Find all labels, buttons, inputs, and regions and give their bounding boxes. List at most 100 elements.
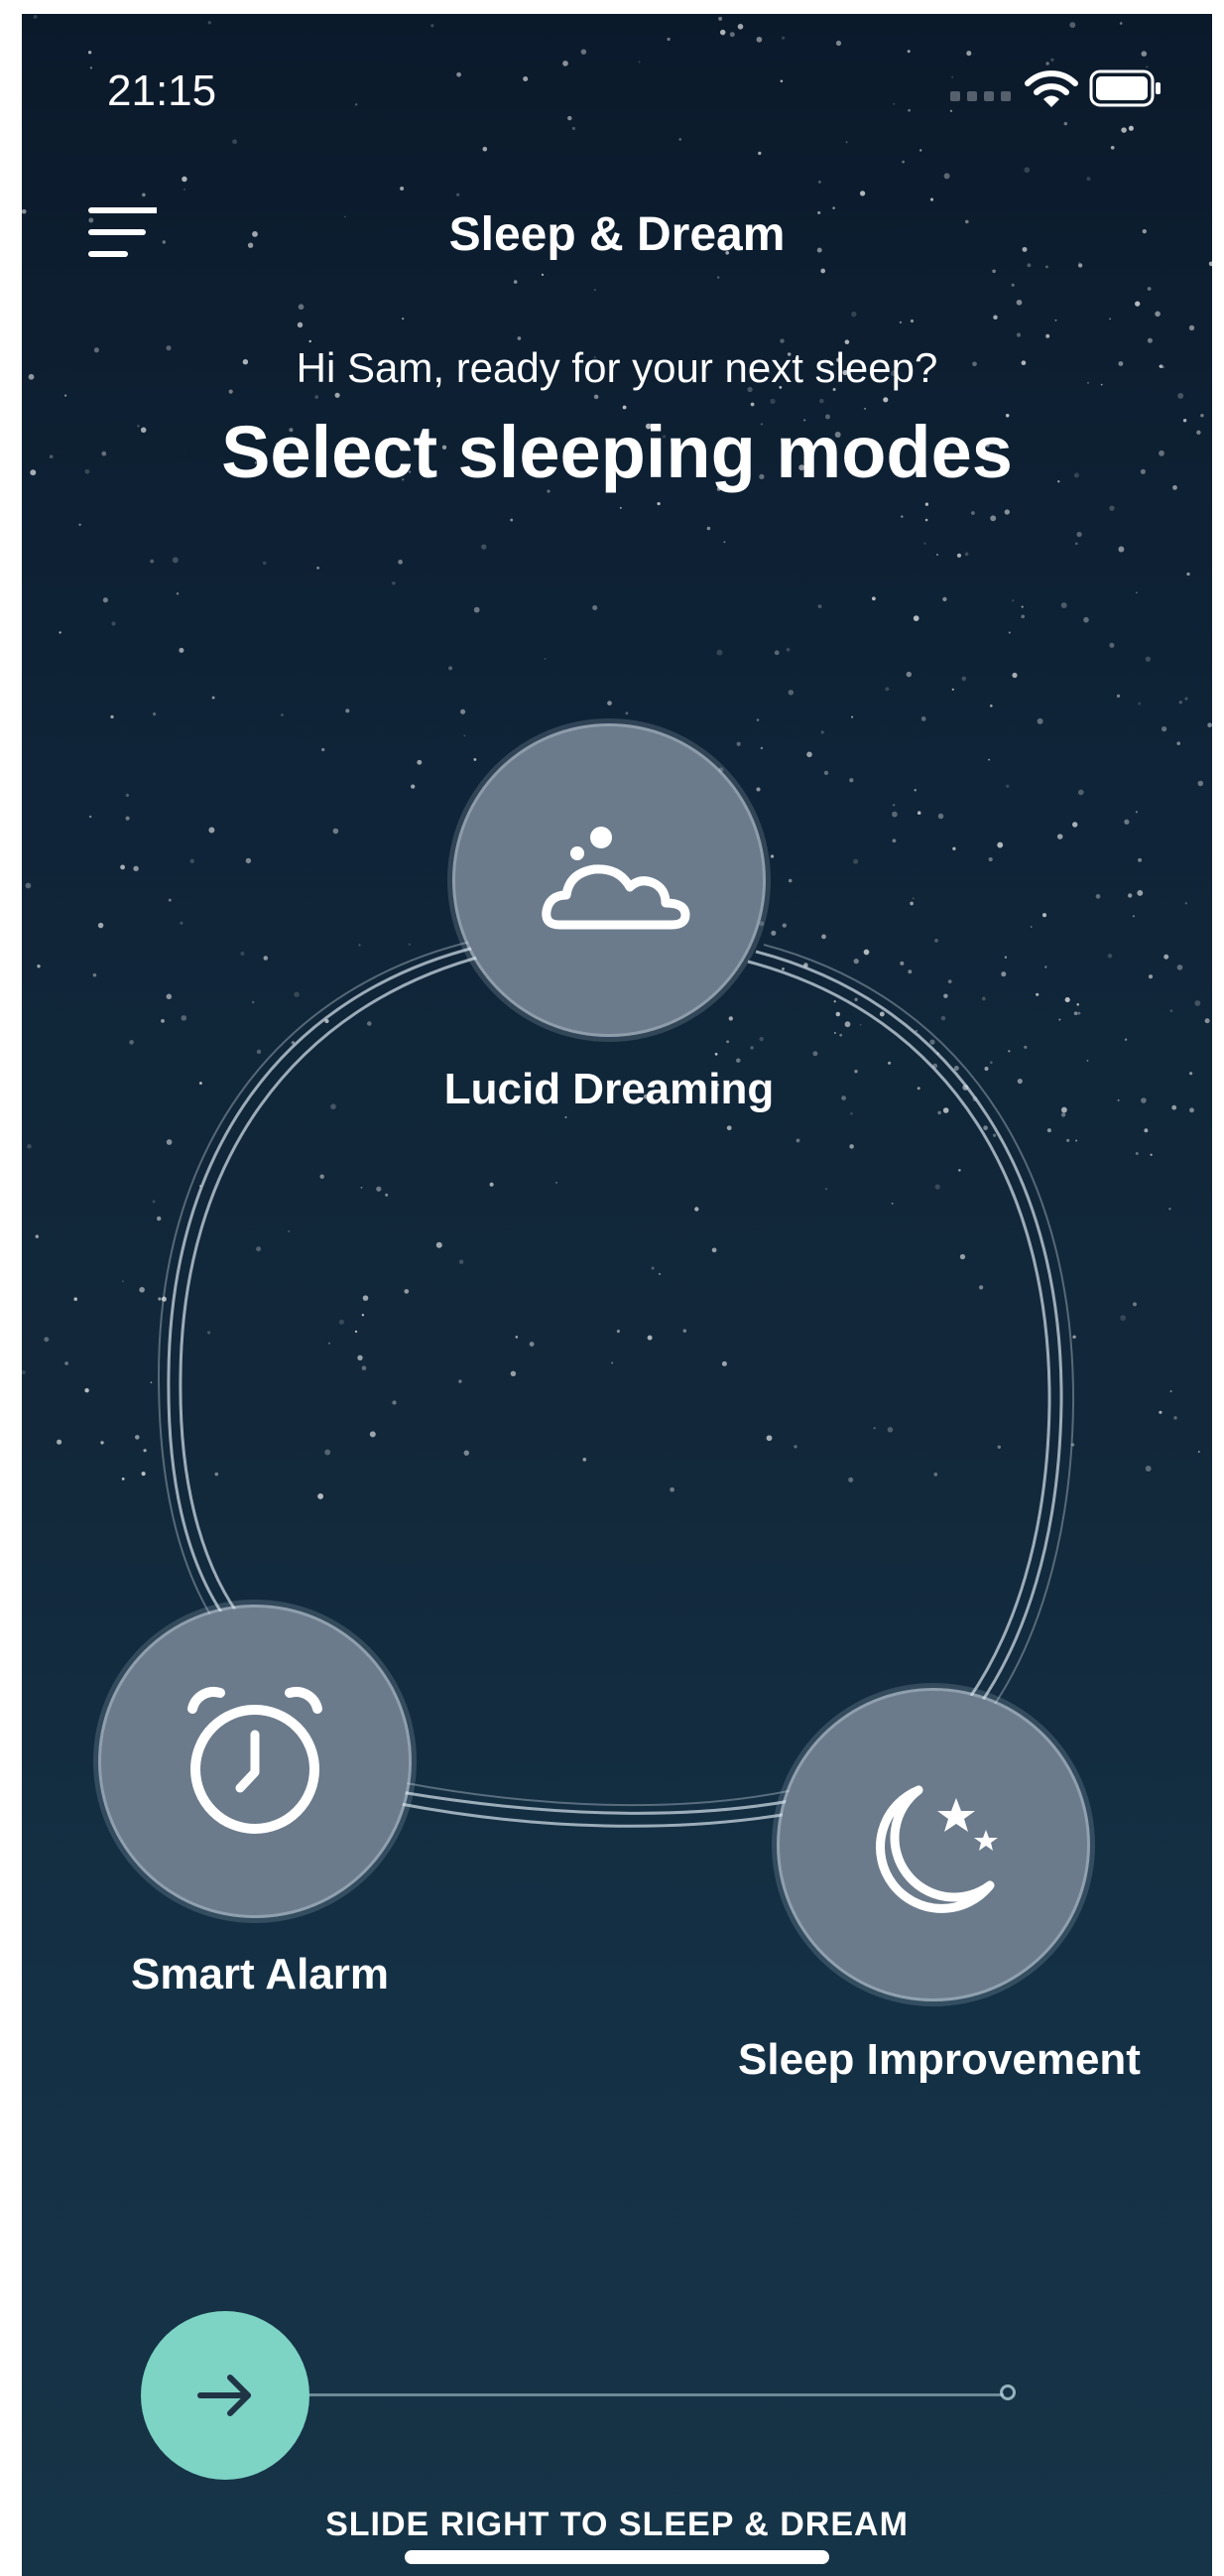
star — [133, 865, 139, 872]
star — [893, 102, 896, 105]
star — [1176, 741, 1180, 745]
star — [1138, 702, 1142, 706]
lucid-dreaming-label: Lucid Dreaming — [443, 1065, 775, 1113]
star — [1110, 145, 1115, 150]
star — [908, 969, 913, 974]
star — [794, 1445, 797, 1449]
star — [992, 269, 996, 274]
star — [1142, 228, 1147, 234]
star — [1141, 1097, 1147, 1103]
star — [936, 554, 938, 556]
star — [110, 714, 114, 719]
star — [158, 1297, 162, 1301]
star — [1086, 1060, 1089, 1062]
star — [670, 1486, 674, 1492]
star — [853, 858, 859, 864]
star — [1004, 509, 1010, 515]
moon-stars-icon — [876, 1785, 998, 1913]
star — [871, 596, 876, 601]
star — [513, 280, 518, 284]
star — [398, 560, 403, 565]
star — [1073, 1011, 1078, 1016]
star — [820, 730, 824, 734]
star — [1077, 789, 1084, 796]
star — [1136, 591, 1138, 594]
star — [316, 567, 319, 570]
star — [958, 1169, 961, 1172]
star — [1182, 418, 1187, 423]
star — [770, 854, 775, 858]
star — [362, 1295, 369, 1301]
star — [970, 511, 975, 515]
star — [851, 311, 857, 318]
cloud-moon-icon — [542, 827, 690, 930]
star — [541, 273, 545, 277]
sleep-improvement-mode-button[interactable] — [780, 1691, 1087, 1998]
star — [251, 1000, 255, 1004]
smart-alarm-mode-button[interactable] — [101, 1608, 409, 1915]
star — [87, 51, 92, 55]
star — [25, 882, 32, 889]
star — [1145, 1466, 1152, 1472]
star — [711, 1247, 717, 1253]
star — [1083, 616, 1089, 623]
star — [1022, 246, 1028, 252]
star — [1063, 121, 1068, 126]
star — [385, 1193, 389, 1197]
hamburger-menu-icon — [88, 207, 160, 257]
star — [297, 322, 304, 328]
star — [161, 1019, 165, 1023]
page-title: Sleep & Dream — [448, 208, 786, 261]
star — [1006, 784, 1010, 789]
star — [1207, 722, 1212, 728]
star — [430, 24, 434, 28]
star — [1137, 889, 1144, 896]
star — [1109, 505, 1115, 511]
star — [1196, 430, 1201, 435]
star — [1169, 1009, 1173, 1012]
star — [892, 838, 897, 843]
star — [33, 15, 38, 19]
star — [611, 1361, 614, 1364]
star — [908, 108, 911, 112]
star — [64, 1361, 68, 1365]
star — [78, 523, 81, 526]
star — [1027, 263, 1032, 268]
star — [806, 751, 812, 758]
star — [899, 321, 903, 324]
star — [1045, 62, 1049, 65]
smart-alarm-label: Smart Alarm — [130, 1950, 390, 1998]
star — [358, 944, 361, 947]
star — [844, 1021, 851, 1028]
star — [726, 1040, 730, 1044]
star — [937, 1110, 941, 1115]
star — [959, 1253, 966, 1260]
star — [1041, 913, 1047, 918]
star — [990, 515, 997, 522]
star — [288, 1229, 291, 1232]
star — [156, 1216, 162, 1222]
star — [1118, 546, 1125, 553]
star — [718, 16, 723, 21]
star — [936, 1052, 939, 1055]
star — [839, 1033, 843, 1037]
lucid-dreaming-mode-button[interactable] — [455, 726, 763, 1034]
star — [1004, 956, 1008, 959]
star — [706, 526, 711, 531]
star — [408, 943, 412, 946]
star — [376, 1186, 382, 1192]
star — [817, 180, 821, 184]
star — [835, 1011, 841, 1017]
star — [330, 1103, 336, 1110]
star — [786, 647, 791, 652]
greeting-text: Hi Sam, ready for your next sleep? — [296, 344, 938, 391]
slide-to-sleep-handle[interactable] — [141, 2311, 309, 2480]
slide-to-sleep-track — [309, 2393, 1004, 2396]
star — [294, 991, 300, 997]
star — [913, 615, 919, 621]
home-indicator[interactable] — [405, 2550, 829, 2564]
hamburger-menu-button[interactable] — [67, 193, 160, 272]
star — [1148, 974, 1154, 979]
star — [667, 37, 671, 42]
star — [721, 1360, 727, 1366]
